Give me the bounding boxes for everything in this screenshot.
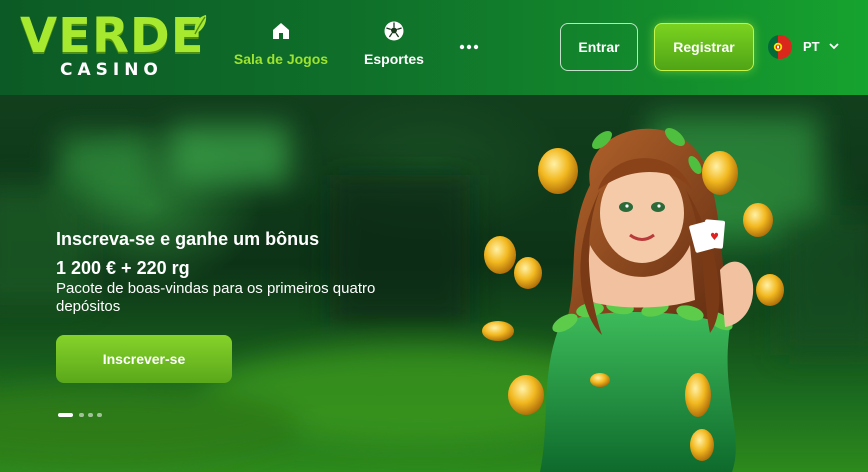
- chevron-down-icon: [829, 43, 839, 50]
- verde-casino-logo[interactable]: VERDE CASINO: [20, 10, 210, 84]
- svg-text:♥: ♥: [710, 232, 719, 243]
- logo-subbrand-text: CASINO: [60, 60, 163, 80]
- carousel-pagination: [58, 412, 108, 418]
- leaf-icon: [194, 15, 207, 35]
- hero-bonus-amount: 1 200 € + 220 rg: [56, 258, 190, 278]
- hero-banner[interactable]: ♥ Inscreva-se e ganhe um bônus 1 200 € +…: [0, 95, 868, 472]
- portugal-flag-icon: [768, 35, 792, 59]
- carousel-dot-1[interactable]: [58, 413, 73, 417]
- more-dots-icon: [459, 44, 479, 50]
- login-button[interactable]: Entrar: [560, 23, 638, 71]
- hero-description: Pacote de boas-vindas para os primeiros …: [56, 280, 376, 315]
- top-header: VERDE CASINO Sala de Jogos Esportes Entr…: [0, 0, 868, 95]
- nav-sports[interactable]: Esportes: [358, 20, 430, 72]
- home-icon: [273, 23, 289, 39]
- language-code: PT: [803, 39, 820, 54]
- carousel-dot-2[interactable]: [79, 413, 84, 417]
- carousel-dot-4[interactable]: [97, 413, 102, 417]
- language-selector[interactable]: PT: [768, 33, 844, 61]
- signup-cta-button[interactable]: Inscrever-se: [56, 335, 232, 383]
- more-menu-button[interactable]: [455, 40, 483, 54]
- soccer-ball-icon: [384, 21, 404, 41]
- carousel-dot-3[interactable]: [88, 413, 93, 417]
- logo-brand-text: VERDE: [20, 8, 205, 64]
- nav-casino-lobby[interactable]: Sala de Jogos: [230, 20, 332, 72]
- register-button[interactable]: Registrar: [654, 23, 754, 71]
- nav-casino-lobby-label: Sala de Jogos: [233, 51, 329, 67]
- hero-title: Inscreva-se e ganhe um bônus: [56, 229, 320, 249]
- hero-character-illustration: ♥: [482, 128, 784, 472]
- nav-sports-label: Esportes: [364, 51, 424, 67]
